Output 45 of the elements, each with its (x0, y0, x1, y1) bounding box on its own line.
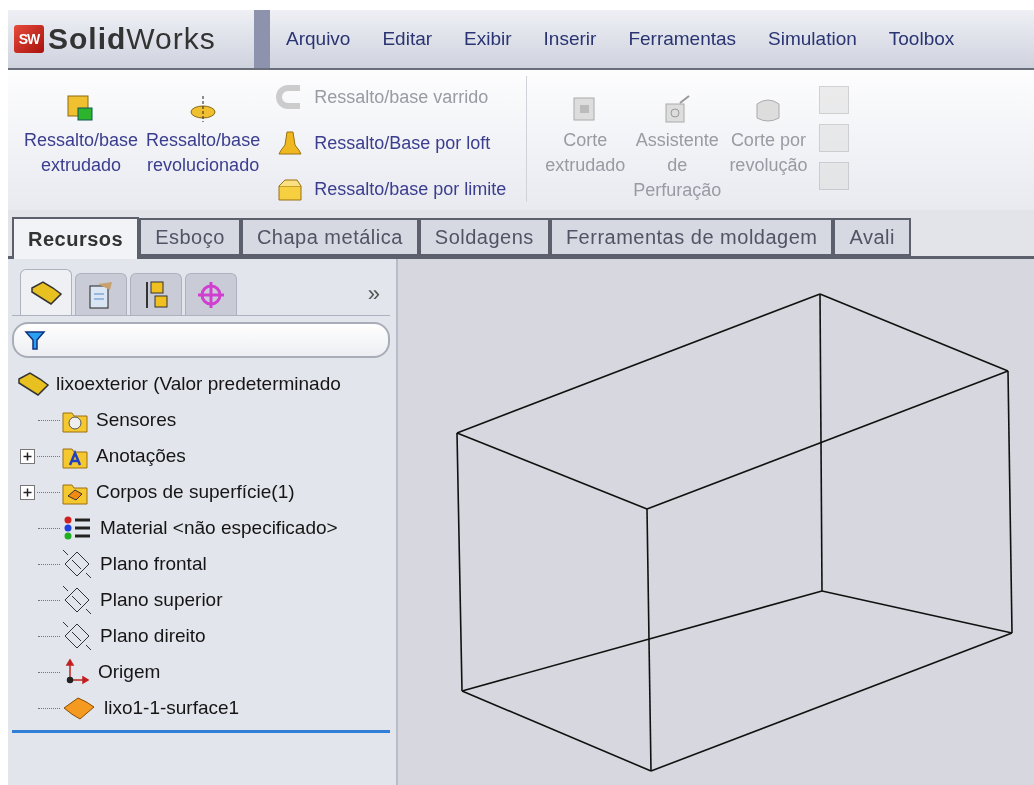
tree-item[interactable]: Plano direito (100, 625, 206, 647)
ribbon-button[interactable]: Ressalto/base revolucionado (142, 76, 265, 210)
tree-item[interactable]: Plano frontal (100, 553, 207, 575)
tree-item[interactable]: Anotações (96, 445, 186, 467)
logo-badge: SW (14, 25, 44, 53)
plane-icon (62, 621, 92, 651)
material-icon (62, 515, 92, 541)
plane-icon (62, 585, 92, 615)
tree-item[interactable]: Sensores (96, 409, 177, 431)
ribbon-button[interactable]: Ressalto/base extrudado (20, 76, 143, 210)
tree-item[interactable]: Material <não especificado> (100, 517, 338, 539)
panel-tab[interactable] (130, 273, 182, 315)
surface-icon (62, 695, 96, 721)
app-name: SolidWorks (48, 22, 216, 56)
menu-item[interactable]: Ferramentas (612, 28, 753, 50)
command-tab[interactable]: Ferramentas de moldagem (549, 218, 834, 256)
command-tab[interactable]: Avali (833, 218, 911, 256)
menu-item[interactable]: Inserir (527, 28, 613, 50)
tree-item[interactable]: Corpos de superfície(1) (96, 481, 295, 503)
crosshair-icon (196, 279, 226, 310)
tree-item[interactable]: lixoexterior (Valor predeterminado (56, 373, 341, 395)
tree-item[interactable]: Plano superior (100, 589, 223, 611)
menu-item[interactable]: Simulation (752, 28, 873, 50)
tree-item[interactable]: Origem (98, 661, 161, 683)
menu-item[interactable]: Arquivo (270, 28, 367, 50)
command-tab[interactable]: Chapa metálica (240, 218, 419, 256)
plane-icon (62, 549, 92, 579)
command-tab[interactable]: Soldagens (418, 218, 550, 256)
command-tab[interactable]: Esboço (139, 218, 241, 256)
expand-toggle-icon[interactable] (20, 448, 35, 464)
panel-tab[interactable] (20, 269, 72, 315)
menu-item[interactable]: Toolbox (872, 28, 971, 50)
filter-icon (24, 329, 46, 351)
tree-item[interactable]: lixo1-1-surface1 (104, 697, 240, 719)
menu-item[interactable]: Editar (366, 28, 449, 50)
filter-field[interactable] (12, 322, 390, 358)
menu-item[interactable]: Exibir (448, 28, 528, 50)
expand-toggle-icon[interactable] (20, 484, 35, 500)
ribbon-button[interactable]: Ressalto/Base por loft (272, 122, 511, 164)
ribbon-button[interactable]: Ressalto/base por limite (272, 168, 511, 210)
command-tab[interactable]: Recursos (12, 217, 140, 259)
revolve-icon (188, 94, 219, 124)
more-button[interactable]: » (357, 281, 390, 315)
part-icon (16, 369, 50, 399)
bell-loft-icon (276, 129, 305, 157)
